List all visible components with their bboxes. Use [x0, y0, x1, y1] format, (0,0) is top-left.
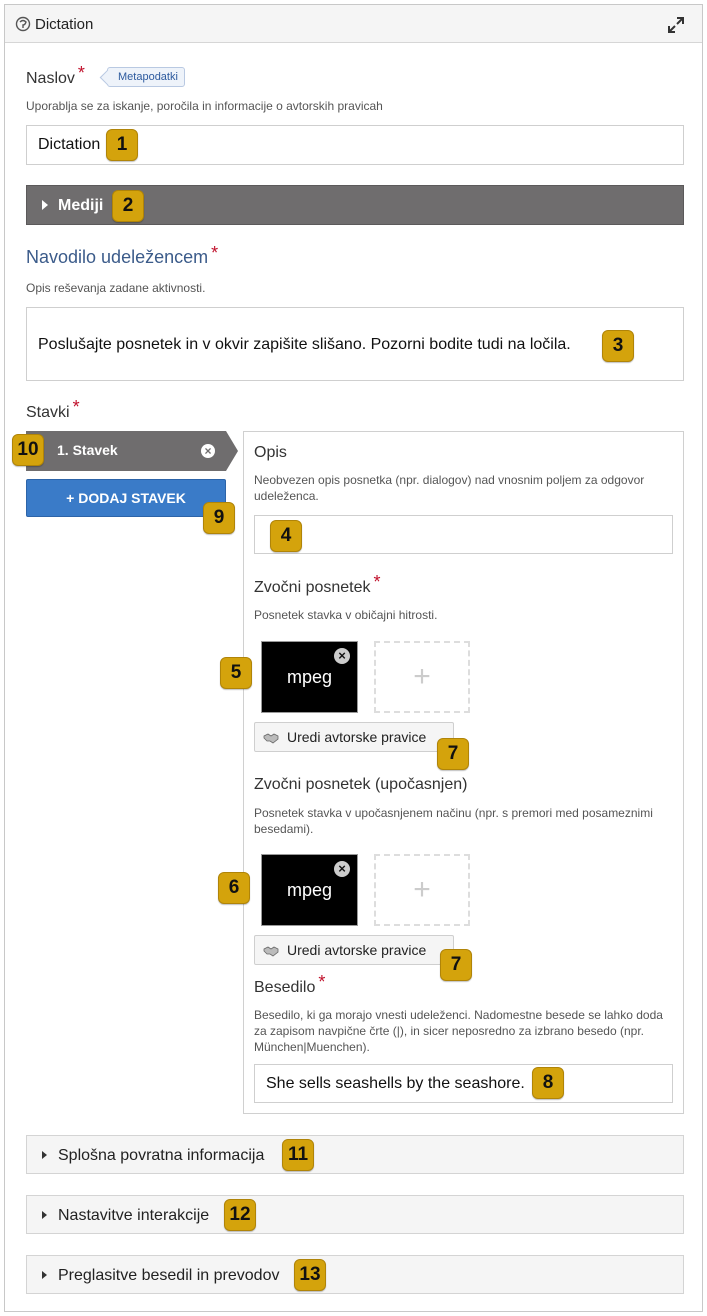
- besedilo-input-value: She sells seashells by the seashore.: [266, 1075, 525, 1092]
- text-overrides-label: Preglasitve besedil in prevodov: [58, 1267, 280, 1284]
- required-marker: *: [211, 243, 219, 263]
- callout-badge-6: 6: [218, 872, 250, 904]
- handshake-icon: [263, 946, 279, 957]
- required-marker: *: [318, 972, 326, 992]
- handshake-icon: [263, 733, 279, 744]
- remove-icon[interactable]: ×: [201, 444, 215, 458]
- remove-icon[interactable]: ×: [334, 648, 350, 664]
- window-title: Dictation: [35, 16, 94, 33]
- audio-file-thumb[interactable]: mpeg ×: [261, 641, 358, 713]
- sentences-label: Stavki *: [26, 397, 80, 422]
- naslov-label: Naslov *: [26, 63, 85, 88]
- callout-badge-8: 8: [532, 1067, 564, 1099]
- instructions-label: Navodilo udeležencem *: [26, 243, 218, 268]
- instructions-label-text: Navodilo udeležencem: [26, 247, 209, 267]
- audio-slow-description: Posnetek stavka v upočasnjenem načinu (n…: [254, 806, 653, 836]
- edit-copyright-slow-button[interactable]: Uredi avtorske pravice: [254, 935, 454, 965]
- naslov-description: Uporablja se za iskanje, poročila in inf…: [26, 99, 383, 113]
- sentence-tab-label: 1. Stavek: [57, 442, 118, 458]
- audio-description: Posnetek stavka v običajni hitrosti.: [254, 608, 438, 622]
- edit-copyright-slow-label: Uredi avtorske pravice: [287, 942, 427, 958]
- naslov-label-text: Naslov: [26, 70, 75, 87]
- instructions-input-value: Poslušajte posnetek in v okvir zapišite …: [38, 336, 571, 353]
- interaction-settings-label: Nastavitve interakcije: [58, 1207, 210, 1224]
- audio-add-slot[interactable]: +: [374, 641, 470, 713]
- caret-right-icon: [42, 200, 48, 210]
- callout-badge-12: 12: [224, 1199, 256, 1231]
- callout-badge-13: 13: [294, 1259, 326, 1291]
- besedilo-description: Besedilo, ki ga morajo vnesti udeleženci…: [254, 1008, 663, 1054]
- caret-right-icon: [42, 1211, 47, 1219]
- audio-label-text: Zvočni posnetek: [254, 579, 371, 596]
- edit-copyright-label: Uredi avtorske pravice: [287, 729, 427, 745]
- audio-slow-add-slot[interactable]: +: [374, 854, 470, 926]
- callout-badge-5: 5: [220, 657, 252, 689]
- audio-label: Zvočni posnetek *: [254, 572, 381, 597]
- general-feedback-label: Splošna povratna informacija: [58, 1147, 265, 1164]
- caret-right-icon: [42, 1151, 47, 1159]
- callout-badge-11: 11: [282, 1139, 314, 1171]
- callout-badge-1: 1: [106, 129, 138, 161]
- text-overrides-toggle[interactable]: Preglasitve besedil in prevodov: [26, 1255, 684, 1294]
- required-marker: *: [72, 397, 80, 417]
- media-label: Mediji: [58, 197, 104, 214]
- opis-input[interactable]: [254, 515, 673, 554]
- callout-badge-10: 10: [12, 434, 44, 466]
- interaction-settings-toggle[interactable]: Nastavitve interakcije: [26, 1195, 684, 1234]
- title-bar: Dictation: [5, 5, 702, 43]
- instructions-description: Opis reševanja zadane aktivnosti.: [26, 281, 206, 295]
- callout-badge-4: 4: [270, 520, 302, 552]
- sentences-label-text: Stavki: [26, 404, 70, 421]
- opis-description: Neobvezen opis posnetka (npr. dialogov) …: [254, 473, 645, 503]
- audio-file-type: mpeg: [286, 667, 333, 687]
- dictation-icon: [15, 16, 31, 32]
- add-sentence-button[interactable]: + DODAJ STAVEK: [26, 479, 226, 517]
- required-marker: *: [77, 63, 85, 83]
- edit-copyright-button[interactable]: Uredi avtorske pravice: [254, 722, 454, 752]
- required-marker: *: [373, 572, 381, 592]
- expand-icon[interactable]: [666, 15, 686, 35]
- instructions-input[interactable]: Poslušajte posnetek in v okvir zapišite …: [26, 307, 684, 381]
- editor-frame: Dictation Naslov * Metapodatki Uporablja …: [4, 4, 703, 1312]
- callout-badge-7: 7: [437, 738, 469, 770]
- remove-icon[interactable]: ×: [334, 861, 350, 877]
- callout-badge-3: 3: [602, 330, 634, 362]
- callout-badge-9: 9: [203, 502, 235, 534]
- opis-label: Opis: [254, 444, 287, 461]
- besedilo-label: Besedilo *: [254, 972, 325, 997]
- callout-badge-2: 2: [112, 190, 144, 222]
- besedilo-label-text: Besedilo: [254, 979, 316, 996]
- besedilo-input[interactable]: She sells seashells by the seashore.: [254, 1064, 673, 1103]
- title-input-value: Dictation: [38, 136, 101, 153]
- general-feedback-toggle[interactable]: Splošna povratna informacija: [26, 1135, 684, 1174]
- audio-slow-file-type: mpeg: [286, 880, 333, 900]
- audio-slow-file-thumb[interactable]: mpeg ×: [261, 854, 358, 926]
- sentence-tab-1[interactable]: 1. Stavek ×: [26, 431, 238, 471]
- metadata-tag[interactable]: Metapodatki: [107, 67, 185, 87]
- caret-right-icon: [42, 1271, 47, 1279]
- audio-slow-label: Zvočni posnetek (upočasnjen): [254, 776, 468, 793]
- callout-badge-7b: 7: [440, 949, 472, 981]
